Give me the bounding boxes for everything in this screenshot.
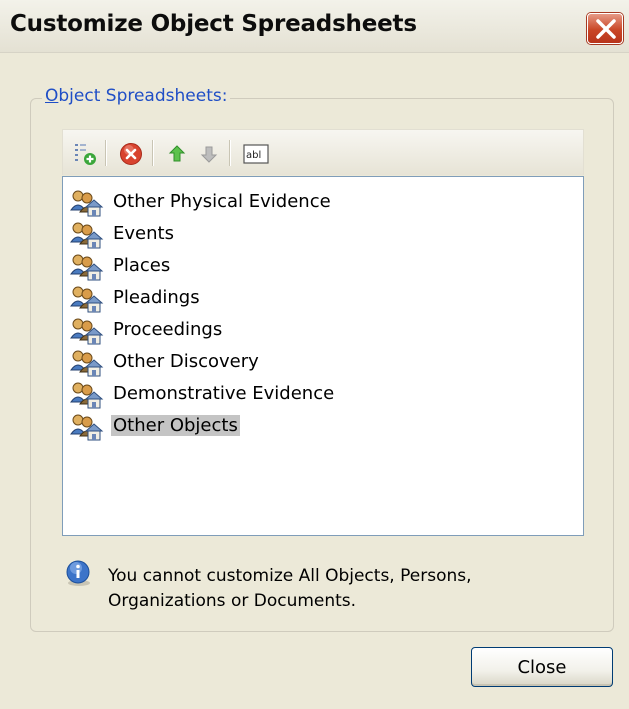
list-item-label: Other Physical Evidence: [113, 191, 331, 212]
people-house-icon: [69, 253, 105, 281]
toolbar-separator: [152, 140, 154, 166]
list-item-label: Pleadings: [113, 287, 200, 308]
text-field-icon[interactable]: abl: [239, 130, 269, 176]
legend-accesskey: O: [45, 86, 59, 106]
info-message: You cannot customize All Objects, Person…: [108, 564, 568, 614]
arrow-down-gray-icon[interactable]: [193, 130, 223, 176]
people-house-icon: [69, 349, 105, 377]
info-icon: [64, 559, 94, 589]
list-item-label: Demonstrative Evidence: [113, 383, 335, 404]
info-line-2: Organizations or Documents.: [108, 591, 357, 611]
spreadsheet-list[interactable]: Other Physical Evidence Events Places Plead…: [62, 176, 584, 536]
window-title: Customize Object Spreadsheets: [10, 11, 417, 37]
group-legend: Object Spreadsheets:: [42, 86, 231, 106]
toolbar-separator: [229, 140, 231, 166]
close-button[interactable]: Close: [471, 647, 613, 687]
delete-red-icon[interactable]: [115, 130, 145, 176]
people-house-icon: [69, 189, 105, 217]
list-toolbar: abl: [62, 129, 584, 175]
text-field-glyph: abl: [246, 150, 261, 161]
people-house-icon: [69, 221, 105, 249]
list-item-label: Other Objects: [111, 415, 240, 436]
toolbar-separator: [105, 140, 107, 166]
close-x-icon[interactable]: [587, 13, 623, 44]
list-item-label: Places: [113, 255, 171, 276]
info-line-1: You cannot customize All Objects, Person…: [108, 566, 472, 586]
people-house-icon: [69, 413, 105, 441]
people-house-icon: [69, 285, 105, 313]
title-bar[interactable]: Customize Object Spreadsheets: [0, 0, 629, 53]
customize-dialog: Customize Object Spreadsheets Object Spr…: [0, 0, 629, 709]
list-item-label: Other Discovery: [113, 351, 259, 372]
people-house-icon: [69, 381, 105, 409]
arrow-up-green-icon[interactable]: [161, 130, 191, 176]
people-house-icon: [69, 317, 105, 345]
legend-text: bject Spreadsheets:: [58, 86, 228, 106]
list-item-label: Proceedings: [113, 319, 223, 340]
list-item-label: Events: [113, 223, 174, 244]
add-list-icon[interactable]: [69, 130, 99, 176]
